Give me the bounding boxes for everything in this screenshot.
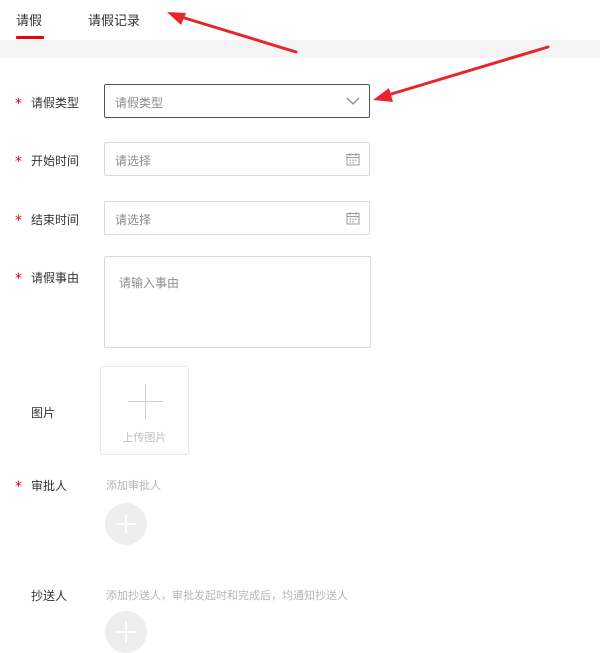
tab-leave[interactable]: 请假 <box>16 10 42 29</box>
required-mark: * <box>15 154 22 170</box>
start-time-placeholder: 请选择 <box>115 154 152 168</box>
leave-type-select[interactable]: 请假类型 <box>104 84 370 118</box>
reason-label: 请假事由 <box>31 271 80 285</box>
leave-type-label: 请假类型 <box>31 96 80 110</box>
upload-image-text: 上传图片 <box>122 431 167 444</box>
approver-hint: 添加审批人 <box>106 479 161 492</box>
chevron-down-icon <box>346 97 360 105</box>
upload-image-button[interactable]: 上传图片 <box>100 366 189 455</box>
tab-leave-records[interactable]: 请假记录 <box>88 10 140 29</box>
end-time-picker[interactable]: 请选择 <box>104 201 370 235</box>
calendar-icon <box>346 212 360 225</box>
reason-placeholder: 请输入事由 <box>119 276 180 290</box>
tab-bar: 请假 请假记录 <box>0 0 600 40</box>
add-cc-button[interactable] <box>105 611 147 653</box>
add-approver-button[interactable] <box>105 503 147 545</box>
end-time-label: 结束时间 <box>31 213 80 227</box>
cc-label: 抄送人 <box>31 589 68 603</box>
reason-textarea[interactable]: 请输入事由 <box>104 256 371 348</box>
start-time-label: 开始时间 <box>31 154 80 168</box>
cc-hint: 添加抄送人，审批发起时和完成后，均通知抄送人 <box>106 589 348 602</box>
end-time-placeholder: 请选择 <box>115 213 152 227</box>
start-time-picker[interactable]: 请选择 <box>104 142 370 176</box>
section-divider <box>0 40 600 58</box>
required-mark: * <box>15 271 22 287</box>
required-mark: * <box>15 479 22 495</box>
required-mark: * <box>15 96 22 112</box>
calendar-icon <box>346 153 360 166</box>
leave-type-placeholder: 请假类型 <box>115 96 164 110</box>
image-label: 图片 <box>31 406 56 420</box>
required-mark: * <box>15 213 22 229</box>
active-tab-indicator <box>16 36 44 39</box>
approver-label: 审批人 <box>31 479 68 493</box>
